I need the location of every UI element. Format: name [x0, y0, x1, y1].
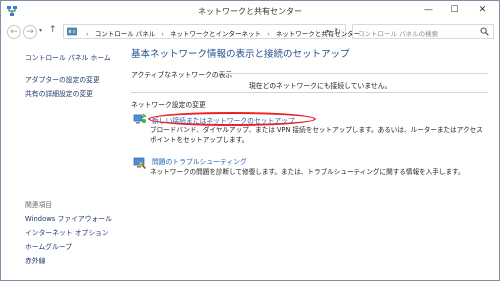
active-networks-label: アクティブなネットワークの表示: [131, 71, 233, 79]
sidebar: コントロール パネル ホーム アダプターの設定の変更 共有の詳細設定の変更 関連…: [1, 42, 119, 280]
breadcrumb-control-panel[interactable]: コントロール パネル: [95, 30, 156, 38]
troubleshoot-problems-link[interactable]: 問題のトラブルシューティング: [152, 156, 247, 166]
recent-locations-dropdown[interactable]: ▾: [39, 27, 42, 34]
network-settings-label: ネットワーク設定の変更: [131, 101, 206, 109]
section-divider: [222, 73, 488, 74]
setup-new-connection-description: ブロードバンド、ダイヤルアップ、または VPN 接続をセットアップします。あるい…: [150, 126, 483, 144]
related-items-heading: 関連項目: [25, 201, 53, 209]
back-button[interactable]: ←: [7, 25, 21, 39]
forward-button[interactable]: →: [23, 25, 37, 39]
breadcrumb-network-sharing-center[interactable]: ネットワークと共有センター: [276, 30, 361, 38]
crumb-separator[interactable]: ›: [161, 30, 164, 38]
homegroup-link[interactable]: ホームグループ: [25, 241, 72, 251]
crumb-separator[interactable]: ›: [267, 30, 270, 38]
navigation-bar: ← → ▾ ↑ › コントロール パネル › ネットワークとインターネット › …: [1, 23, 499, 41]
no-network-message: 現在どのネットワークにも接続していません。: [249, 82, 392, 90]
page-title: 基本ネットワーク情報の表示と接続のセットアップ: [131, 49, 350, 60]
control-panel-icon: [67, 27, 77, 36]
section-divider: [131, 92, 488, 93]
search-placeholder: コントロール パネルの検索: [358, 30, 439, 38]
window: ネットワークと共有センター — ☐ ✕ ← → ▾ ↑ › コントロール パネル…: [0, 0, 500, 281]
change-adapter-settings-link[interactable]: アダプターの設定の変更: [25, 74, 100, 84]
refresh-button[interactable]: ↻: [334, 27, 341, 36]
search-icon[interactable]: [480, 27, 489, 36]
main-content: 基本ネットワーク情報の表示と接続のセットアップ アクティブなネットワークの表示 …: [119, 42, 499, 280]
internet-options-link[interactable]: インターネット オプション: [25, 227, 109, 237]
address-bar[interactable]: › コントロール パネル › ネットワークとインターネット › ネットワークと共…: [63, 24, 360, 39]
crumb-separator: ›: [86, 30, 89, 38]
minimize-button[interactable]: —: [416, 1, 441, 19]
maximize-button[interactable]: ☐: [442, 1, 467, 19]
highlight-annotation: [148, 112, 316, 126]
breadcrumb-network-internet[interactable]: ネットワークとインターネット: [170, 30, 261, 38]
close-button[interactable]: ✕: [468, 1, 497, 19]
change-advanced-sharing-link[interactable]: 共有の詳細設定の変更: [25, 88, 93, 98]
address-history-dropdown[interactable]: ▾: [326, 28, 329, 35]
troubleshoot-problems-description: ネットワークの問題を診断して修復します。または、トラブルシューティングに関する情…: [150, 168, 465, 176]
troubleshoot-icon: [133, 157, 147, 170]
search-input[interactable]: コントロール パネルの検索: [352, 24, 494, 39]
title-bar: ネットワークと共有センター — ☐ ✕: [1, 1, 499, 22]
network-setup-icon: [133, 113, 147, 124]
windows-firewall-link[interactable]: Windows ファイアウォール: [25, 213, 112, 223]
up-button[interactable]: ↑: [49, 25, 57, 35]
infrared-link[interactable]: 赤外線: [25, 255, 45, 265]
breadcrumb: › コントロール パネル › ネットワークとインターネット › ネットワークと共…: [82, 28, 360, 38]
control-panel-home-link[interactable]: コントロール パネル ホーム: [25, 52, 111, 62]
